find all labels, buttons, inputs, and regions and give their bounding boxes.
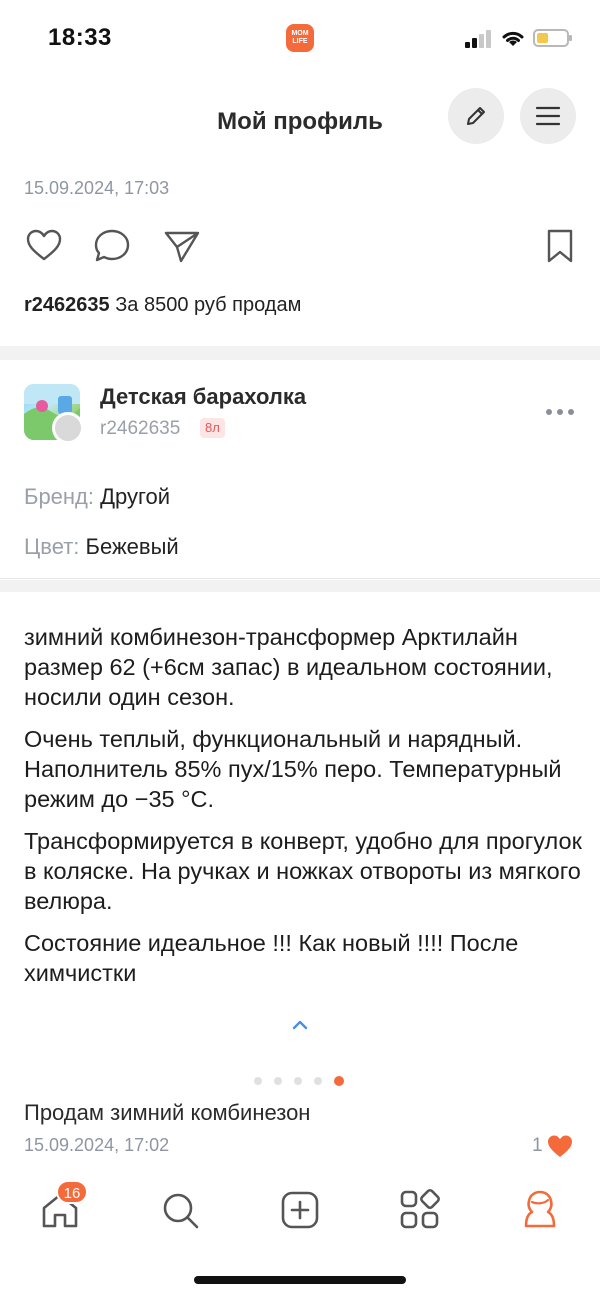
post-caption: r2462635 За 8500 руб продам — [24, 294, 301, 317]
property-value: Другой — [100, 484, 171, 509]
notifications-badge: 16 — [56, 1180, 88, 1204]
add-icon[interactable] — [278, 1188, 322, 1232]
user-level-badge: 8л — [200, 418, 225, 438]
section-divider — [0, 578, 600, 579]
home-indicator — [194, 1276, 406, 1284]
carousel-dot — [294, 1077, 302, 1085]
like-icon[interactable] — [24, 226, 64, 266]
post-caption-text: За 8500 руб продам — [109, 294, 302, 316]
property-key: Бренд: — [24, 484, 101, 509]
post-actions — [0, 226, 600, 270]
battery-icon — [533, 29, 572, 47]
search-icon[interactable] — [158, 1188, 202, 1232]
wifi-icon — [502, 31, 524, 46]
description-paragraph: зимний комбинезон-трансформер Арктилайн … — [24, 624, 553, 710]
post-username[interactable]: r2462635 — [100, 418, 180, 440]
comment-icon[interactable] — [92, 226, 132, 266]
property-color: Цвет: Бежевый — [24, 534, 179, 560]
more-options-icon[interactable] — [544, 400, 576, 424]
user-avatar[interactable] — [52, 412, 84, 444]
profile-icon[interactable] — [518, 1188, 562, 1232]
signal-icon — [465, 30, 491, 48]
property-value: Бежевый — [85, 534, 179, 559]
carousel-dot-active — [334, 1076, 344, 1086]
description-paragraph: Очень теплый, функциональный и нарядный.… — [24, 726, 562, 812]
menu-button[interactable] — [520, 88, 576, 144]
status-bar: 18:33 MOM LIFE — [0, 0, 600, 80]
post-separator — [0, 346, 600, 360]
tab-bar — [0, 1170, 600, 1250]
post-date: 15.09.2024, 17:03 — [24, 178, 170, 198]
carousel-dot — [314, 1077, 322, 1085]
page-title: Мой профиль — [217, 108, 383, 135]
header: Мой профиль — [0, 80, 600, 160]
property-key: Цвет: — [24, 534, 86, 559]
post-title[interactable]: Продам зимний комбинезон — [24, 1100, 310, 1126]
section-separator — [0, 580, 600, 592]
description-paragraph: Состояние идеальное !!! Как новый !!!! П… — [24, 930, 519, 986]
post-author[interactable]: r2462635 — [24, 294, 110, 316]
carousel-indicator — [254, 1076, 344, 1087]
carousel-dot — [274, 1077, 282, 1085]
heart-filled-icon[interactable] — [546, 1133, 574, 1159]
description-paragraph: Трансформируется в конверт, удобно для п… — [24, 828, 582, 914]
app-logo: MOM LIFE — [286, 24, 314, 52]
carousel-dot — [254, 1077, 262, 1085]
chevron-up-icon[interactable] — [288, 1016, 312, 1034]
group-name[interactable]: Детская барахолка — [100, 384, 306, 410]
status-time: 18:33 — [48, 24, 112, 51]
share-icon[interactable] — [162, 226, 202, 266]
post-date: 15.09.2024, 17:02 — [24, 1135, 170, 1155]
hamburger-icon — [535, 106, 561, 126]
bookmark-icon[interactable] — [540, 226, 580, 266]
catalog-icon[interactable] — [398, 1188, 442, 1232]
like-count: 1 — [532, 1135, 543, 1156]
edit-profile-button[interactable] — [448, 88, 504, 144]
post-description: зимний комбинезон-трансформер Арктилайн … — [24, 622, 584, 1000]
property-brand: Бренд: Другой — [24, 484, 170, 510]
pencil-icon — [467, 107, 485, 125]
